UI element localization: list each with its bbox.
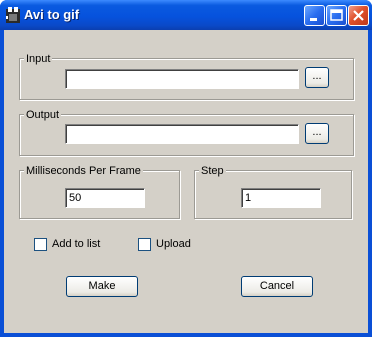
ms-per-frame-label: Milliseconds Per Frame — [24, 164, 143, 178]
input-group-label: Input — [24, 52, 53, 66]
cancel-button[interactable]: Cancel — [241, 276, 313, 297]
window-title: Avi to gif — [24, 7, 80, 22]
ms-per-frame-field[interactable]: 50 — [65, 188, 145, 208]
close-icon — [349, 10, 368, 28]
maximize-icon — [327, 9, 346, 28]
make-button[interactable]: Make — [66, 276, 138, 297]
dialog-window: Avi to gif Input ... Output ... Millisec… — [0, 0, 372, 337]
minimize-button[interactable] — [304, 5, 325, 26]
output-browse-button[interactable]: ... — [305, 123, 329, 144]
upload-checkbox[interactable] — [138, 238, 151, 251]
dialog-body: Input ... Output ... Milliseconds Per Fr… — [4, 30, 368, 333]
output-path-field[interactable] — [65, 124, 299, 144]
close-button[interactable] — [348, 5, 369, 26]
window-bottom-border — [0, 333, 372, 337]
film-projector-icon — [5, 6, 21, 24]
add-to-list-checkbox[interactable] — [34, 238, 47, 251]
input-browse-button[interactable]: ... — [305, 67, 329, 88]
step-field[interactable]: 1 — [241, 188, 321, 208]
input-path-field[interactable] — [65, 69, 299, 89]
add-to-list-label[interactable]: Add to list — [52, 238, 100, 251]
maximize-button[interactable] — [326, 5, 347, 26]
upload-label[interactable]: Upload — [156, 238, 191, 251]
step-label: Step — [199, 164, 226, 178]
minimize-icon — [305, 16, 324, 28]
title-bar[interactable]: Avi to gif — [0, 0, 372, 30]
output-group-label: Output — [24, 108, 62, 122]
